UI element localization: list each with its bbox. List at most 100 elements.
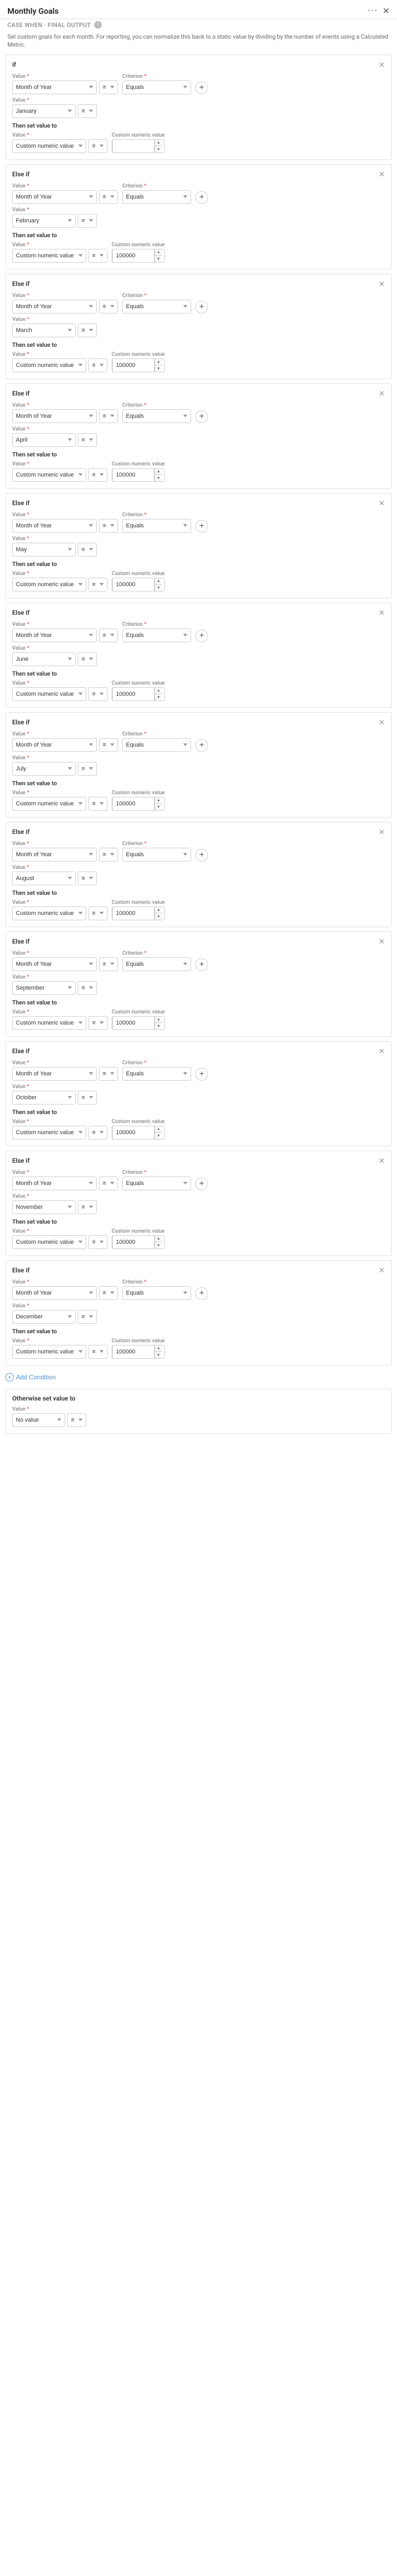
- month-select-11[interactable]: November: [12, 1200, 76, 1214]
- criterion-select-6[interactable]: Equals: [122, 629, 191, 642]
- output-agg-select-12[interactable]: ≡: [88, 1345, 107, 1359]
- add-criteria-btn-4[interactable]: +: [195, 410, 208, 423]
- output-agg-select-8[interactable]: ≡: [88, 906, 107, 920]
- output-agg-select-5[interactable]: ≡: [88, 578, 107, 591]
- spin-up-5[interactable]: ▲: [155, 578, 162, 585]
- month-select-3[interactable]: March: [12, 324, 76, 337]
- number-input-6[interactable]: [112, 687, 155, 701]
- value-select-5[interactable]: Month of Year: [12, 519, 97, 533]
- number-input-12[interactable]: [112, 1345, 155, 1359]
- spin-down-6[interactable]: ▼: [155, 694, 162, 701]
- month-select-4[interactable]: April: [12, 433, 76, 447]
- value-select-4[interactable]: Month of Year: [12, 409, 97, 423]
- value-type-select-12[interactable]: ≡: [99, 1286, 118, 1300]
- number-input-5[interactable]: [112, 578, 155, 591]
- spin-down-3[interactable]: ▼: [155, 365, 162, 372]
- spin-up-4[interactable]: ▲: [155, 468, 162, 475]
- value-type-select-3[interactable]: ≡: [99, 300, 118, 313]
- output-type-select-10[interactable]: Custom numeric value: [12, 1126, 86, 1139]
- add-criteria-btn-11[interactable]: +: [195, 1178, 208, 1190]
- month-select-9[interactable]: September: [12, 981, 76, 995]
- criterion-select-8[interactable]: Equals: [122, 848, 191, 861]
- output-agg-select-6[interactable]: ≡: [88, 687, 107, 701]
- spin-up-8[interactable]: ▲: [155, 906, 162, 914]
- criterion-select-1[interactable]: Equals: [122, 80, 191, 94]
- value-type-select-4[interactable]: ≡: [99, 409, 118, 423]
- value-type-select-6[interactable]: ≡: [99, 629, 118, 642]
- month-select-1[interactable]: January: [12, 104, 76, 118]
- month-select-6[interactable]: June: [12, 652, 76, 666]
- spin-down-1[interactable]: ▼: [155, 146, 162, 153]
- value-type-select-8[interactable]: ≡: [99, 848, 118, 861]
- if-block-12-close[interactable]: ✕: [378, 1266, 385, 1275]
- month-type-select-8[interactable]: ≡: [78, 872, 97, 885]
- number-input-3[interactable]: [112, 358, 155, 372]
- month-type-select-2[interactable]: ≡: [78, 214, 97, 228]
- spin-up-2[interactable]: ▲: [155, 249, 162, 256]
- value-type-select-1[interactable]: ≡: [99, 80, 118, 94]
- spin-up-7[interactable]: ▲: [155, 797, 162, 804]
- month-type-select-1[interactable]: ≡: [78, 104, 97, 118]
- value-select-10[interactable]: Month of Year: [12, 1067, 97, 1081]
- spin-down-10[interactable]: ▼: [155, 1133, 162, 1139]
- add-criteria-btn-10[interactable]: +: [195, 1068, 208, 1081]
- add-criteria-btn-9[interactable]: +: [195, 958, 208, 971]
- number-input-11[interactable]: [112, 1235, 155, 1249]
- add-criteria-btn-8[interactable]: +: [195, 849, 208, 861]
- output-type-select-1[interactable]: Custom numeric value: [12, 139, 86, 153]
- month-select-8[interactable]: August: [12, 872, 76, 885]
- month-type-select-6[interactable]: ≡: [78, 652, 97, 666]
- spin-down-5[interactable]: ▼: [155, 585, 162, 591]
- number-input-8[interactable]: [112, 906, 155, 920]
- month-type-select-4[interactable]: ≡: [78, 433, 97, 447]
- otherwise-agg-select[interactable]: ≡: [67, 1413, 86, 1427]
- if-block-8-close[interactable]: ✕: [378, 828, 385, 837]
- otherwise-type-select[interactable]: No value: [12, 1413, 65, 1427]
- month-type-select-9[interactable]: ≡: [78, 981, 97, 995]
- more-options-icon[interactable]: ···: [367, 5, 378, 16]
- month-type-select-7[interactable]: ≡: [78, 762, 97, 776]
- output-agg-select-1[interactable]: ≡: [88, 139, 107, 153]
- output-type-select-8[interactable]: Custom numeric value: [12, 906, 86, 920]
- add-criteria-btn-3[interactable]: +: [195, 301, 208, 313]
- spin-up-9[interactable]: ▲: [155, 1016, 162, 1024]
- criterion-select-12[interactable]: Equals: [122, 1286, 191, 1300]
- output-type-select-2[interactable]: Custom numeric value: [12, 249, 86, 263]
- if-block-5-close[interactable]: ✕: [378, 499, 385, 508]
- output-type-select-5[interactable]: Custom numeric value: [12, 578, 86, 591]
- output-agg-select-2[interactable]: ≡: [88, 249, 107, 263]
- output-type-select-12[interactable]: Custom numeric value: [12, 1345, 86, 1359]
- if-block-7-close[interactable]: ✕: [378, 718, 385, 727]
- value-type-select-9[interactable]: ≡: [99, 957, 118, 971]
- output-agg-select-9[interactable]: ≡: [88, 1016, 107, 1030]
- if-block-6-close[interactable]: ✕: [378, 608, 385, 617]
- spin-up-6[interactable]: ▲: [155, 687, 162, 695]
- value-select-9[interactable]: Month of Year: [12, 957, 97, 971]
- value-select-8[interactable]: Month of Year: [12, 848, 97, 861]
- spin-up-1[interactable]: ▲: [155, 139, 162, 147]
- value-select-7[interactable]: Month of Year: [12, 738, 97, 752]
- value-select-1[interactable]: Month of Year: [12, 80, 97, 94]
- add-criteria-btn-2[interactable]: +: [195, 191, 208, 204]
- criterion-select-9[interactable]: Equals: [122, 957, 191, 971]
- criterion-select-10[interactable]: Equals: [122, 1067, 191, 1081]
- output-agg-select-11[interactable]: ≡: [88, 1235, 107, 1249]
- month-select-5[interactable]: May: [12, 543, 76, 557]
- month-select-7[interactable]: July: [12, 762, 76, 776]
- spin-down-8[interactable]: ▼: [155, 913, 162, 920]
- criterion-select-4[interactable]: Equals: [122, 409, 191, 423]
- if-block-11-close[interactable]: ✕: [378, 1156, 385, 1165]
- close-icon[interactable]: ✕: [383, 6, 390, 16]
- output-type-select-4[interactable]: Custom numeric value: [12, 468, 86, 482]
- value-type-select-5[interactable]: ≡: [99, 519, 118, 533]
- spin-down-4[interactable]: ▼: [155, 475, 162, 482]
- number-input-9[interactable]: [112, 1016, 155, 1030]
- criterion-select-5[interactable]: Equals: [122, 519, 191, 533]
- output-agg-select-4[interactable]: ≡: [88, 468, 107, 482]
- number-input-10[interactable]: [112, 1126, 155, 1139]
- month-type-select-5[interactable]: ≡: [78, 543, 97, 557]
- value-select-6[interactable]: Month of Year: [12, 629, 97, 642]
- month-type-select-12[interactable]: ≡: [78, 1310, 97, 1324]
- output-agg-select-3[interactable]: ≡: [88, 358, 107, 372]
- if-block-9-close[interactable]: ✕: [378, 937, 385, 946]
